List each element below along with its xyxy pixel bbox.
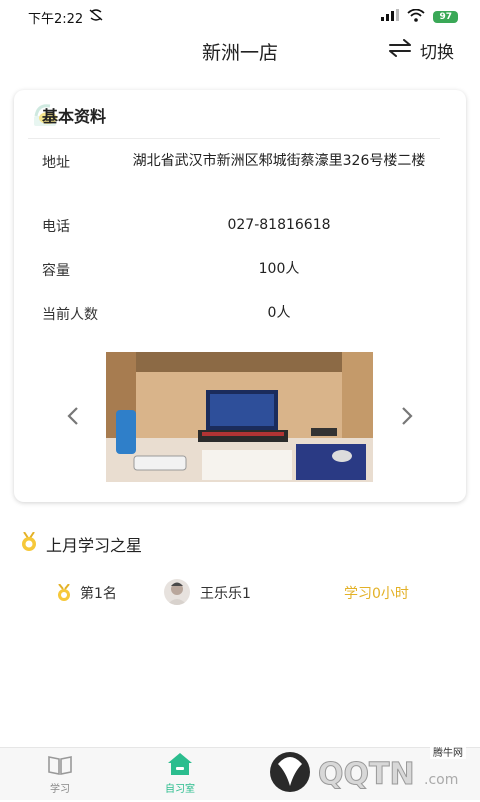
wifi-icon <box>407 8 426 26</box>
card-header: 基本资料 <box>28 90 440 139</box>
swap-icon <box>388 39 412 62</box>
book-icon <box>47 754 73 780</box>
header: 新洲一店 切换 <box>0 34 480 70</box>
user-name: 王乐乐1 <box>200 586 251 602</box>
study-star-section-title: 上月学习之星 <box>20 531 143 556</box>
no-disturb-icon <box>89 9 103 25</box>
status-time: 下午2:22 <box>28 11 84 27</box>
svg-text:QQTN: QQTN <box>318 757 415 792</box>
card-title: 基本资料 <box>42 107 107 126</box>
medal-icon <box>20 531 38 556</box>
tab-study-room[interactable]: 自习室 <box>150 748 210 800</box>
chevron-right-icon[interactable] <box>400 406 414 432</box>
signal-icon <box>381 9 400 25</box>
watermark-site-label: 腾牛网 <box>430 744 466 759</box>
address-value: 湖北省武汉市新洲区邾城街蔡濠里326号楼二楼 <box>132 153 426 169</box>
status-bar: 下午2:22 97 <box>0 0 480 34</box>
tab-study-room-label: 自习室 <box>165 784 195 795</box>
rank-medal-icon <box>56 583 72 606</box>
rank-list-item[interactable]: 第1名 王乐乐1 学习0小时 <box>0 578 480 608</box>
basic-info-card: 基本资料 地址 湖北省武汉市新洲区邾城街蔡濠里326号楼二楼 电话 027-81… <box>14 90 466 502</box>
rank-label: 第1名 <box>80 586 117 602</box>
capacity-value: 100人 <box>258 261 300 277</box>
study-hours: 学习0小时 <box>344 586 409 602</box>
battery-icon: 97 <box>433 11 458 23</box>
section-title-text: 上月学习之星 <box>46 536 143 555</box>
address-label: 地址 <box>42 155 70 171</box>
svg-text:.com: .com <box>424 772 458 788</box>
phone-label: 电话 <box>42 219 70 235</box>
phone-value[interactable]: 027-81816618 <box>114 215 444 236</box>
home-icon <box>167 752 193 780</box>
chevron-left-icon[interactable] <box>66 406 80 432</box>
current-count-label: 当前人数 <box>42 307 98 323</box>
current-count-value: 0人 <box>267 305 291 321</box>
switch-label: 切换 <box>420 43 454 63</box>
tab-study-label: 学习 <box>50 784 70 795</box>
switch-store-button[interactable]: 切换 <box>388 38 454 63</box>
capacity-label: 容量 <box>42 263 70 279</box>
tab-study[interactable]: 学习 <box>30 748 90 800</box>
site-watermark: 腾牛网 QQTN .com <box>264 742 474 798</box>
study-room-photo[interactable] <box>106 352 373 482</box>
avatar <box>164 579 190 605</box>
